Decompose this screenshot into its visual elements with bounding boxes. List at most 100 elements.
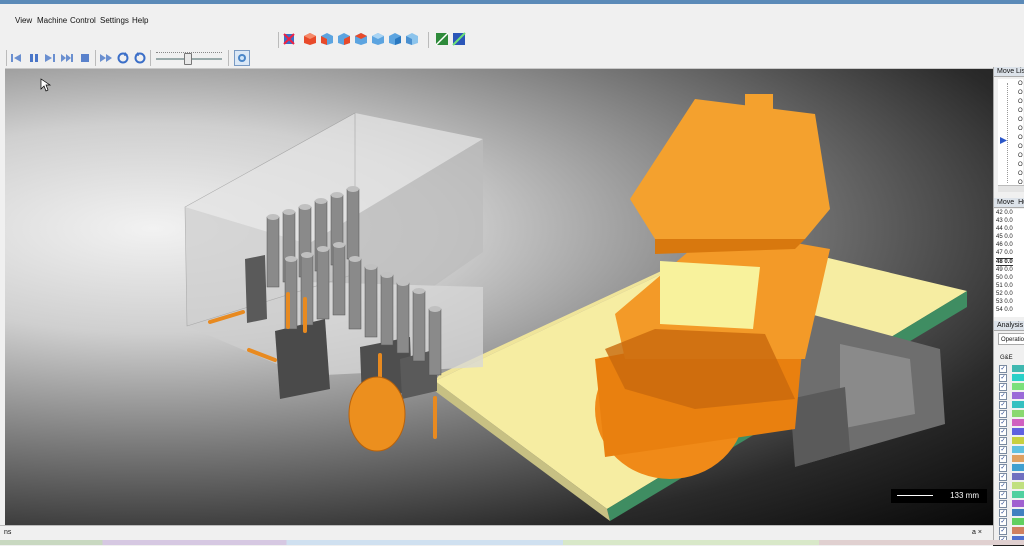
analysis-color-swatch[interactable] bbox=[1012, 428, 1024, 435]
analysis-color-swatch[interactable] bbox=[1012, 446, 1024, 453]
menu-view[interactable]: View bbox=[15, 16, 32, 25]
analysis-color-swatch[interactable] bbox=[1012, 383, 1024, 390]
analysis-checkbox[interactable]: ✓ bbox=[999, 482, 1007, 490]
move-list-tree[interactable]: O O O O O O O O O O O O bbox=[998, 79, 1023, 191]
analysis-row[interactable]: ✓ bbox=[999, 509, 1024, 517]
rotate-icon[interactable] bbox=[116, 51, 130, 65]
analysis-row[interactable]: ✓ bbox=[999, 392, 1024, 400]
analysis-row[interactable]: ✓ bbox=[999, 473, 1024, 481]
table-row[interactable]: 47 0.0 bbox=[996, 250, 1013, 256]
analysis-row[interactable]: ✓ bbox=[999, 437, 1024, 445]
skip-start-icon[interactable] bbox=[9, 51, 23, 65]
analysis-row[interactable]: ✓ bbox=[999, 482, 1024, 490]
analysis-checkbox[interactable]: ✓ bbox=[999, 527, 1007, 535]
menu-machine[interactable]: Machine bbox=[37, 16, 67, 25]
move-list-item[interactable]: O bbox=[1018, 171, 1023, 177]
analysis-color-swatch[interactable] bbox=[1012, 410, 1024, 417]
move-list-item[interactable]: O bbox=[1018, 153, 1023, 159]
refresh-icon[interactable] bbox=[133, 51, 147, 65]
table-row[interactable]: 50 0.0 bbox=[996, 275, 1013, 281]
analysis-color-swatch[interactable] bbox=[1012, 464, 1024, 471]
move-list-item[interactable]: O bbox=[1018, 108, 1023, 114]
analysis-color-swatch[interactable] bbox=[1012, 527, 1024, 534]
menu-help[interactable]: Help bbox=[132, 16, 148, 25]
analysis-checkbox[interactable]: ✓ bbox=[999, 518, 1007, 526]
skip-end-icon[interactable] bbox=[60, 51, 74, 65]
analysis-color-swatch[interactable] bbox=[1012, 437, 1024, 444]
move-list-item[interactable]: O bbox=[1018, 144, 1023, 150]
move-list-item[interactable]: O bbox=[1018, 126, 1023, 132]
menu-control[interactable]: Control bbox=[70, 16, 96, 25]
analysis-checkbox[interactable]: ✓ bbox=[999, 500, 1007, 508]
analysis-row[interactable]: ✓ bbox=[999, 383, 1024, 391]
wire-render-icon[interactable] bbox=[435, 32, 449, 46]
analysis-checkbox[interactable]: ✓ bbox=[999, 428, 1007, 436]
capture-icon[interactable] bbox=[234, 50, 250, 66]
analysis-row[interactable]: ✓ bbox=[999, 527, 1024, 535]
fit-view-icon[interactable] bbox=[282, 32, 296, 46]
cube-top-icon[interactable] bbox=[354, 32, 368, 46]
analysis-row[interactable]: ✓ bbox=[999, 365, 1024, 373]
analysis-color-swatch[interactable] bbox=[1012, 473, 1024, 480]
analysis-color-swatch[interactable] bbox=[1012, 482, 1024, 489]
analysis-checkbox[interactable]: ✓ bbox=[999, 383, 1007, 391]
table-row-selected[interactable]: 48 0.0 bbox=[996, 258, 1013, 266]
analysis-checkbox[interactable]: ✓ bbox=[999, 464, 1007, 472]
analysis-row[interactable]: ✓ bbox=[999, 500, 1024, 508]
table-row[interactable]: 52 0.0 bbox=[996, 291, 1013, 297]
speed-slider-thumb[interactable] bbox=[184, 53, 192, 65]
table-row[interactable]: 51 0.0 bbox=[996, 283, 1013, 289]
analysis-row[interactable]: ✓ bbox=[999, 428, 1024, 436]
move-list-item[interactable]: O bbox=[1018, 81, 1023, 87]
analysis-checkbox[interactable]: ✓ bbox=[999, 491, 1007, 499]
analysis-checkbox[interactable]: ✓ bbox=[999, 446, 1007, 454]
table-row[interactable]: 54 0.0 bbox=[996, 307, 1013, 313]
bottom-panel-controls[interactable]: a × bbox=[972, 529, 982, 536]
menu-settings[interactable]: Settings bbox=[100, 16, 129, 25]
analysis-row[interactable]: ✓ bbox=[999, 455, 1024, 463]
table-row[interactable]: 53 0.0 bbox=[996, 299, 1013, 305]
table-row[interactable]: 49 0.0 bbox=[996, 267, 1013, 273]
analysis-checkbox[interactable]: ✓ bbox=[999, 473, 1007, 481]
analysis-row[interactable]: ✓ bbox=[999, 518, 1024, 526]
analysis-checkbox[interactable]: ✓ bbox=[999, 401, 1007, 409]
analysis-checkbox[interactable]: ✓ bbox=[999, 365, 1007, 373]
3d-viewport[interactable]: 133 mm bbox=[5, 69, 993, 525]
table-row[interactable]: 44 0.0 bbox=[996, 226, 1013, 232]
analysis-checkbox[interactable]: ✓ bbox=[999, 410, 1007, 418]
stop-icon[interactable] bbox=[78, 51, 92, 65]
analysis-color-swatch[interactable] bbox=[1012, 518, 1024, 525]
analysis-row[interactable]: ✓ bbox=[999, 464, 1024, 472]
cube-back-icon[interactable] bbox=[388, 32, 402, 46]
analysis-checkbox[interactable]: ✓ bbox=[999, 392, 1007, 400]
analysis-color-swatch[interactable] bbox=[1012, 374, 1024, 381]
table-row[interactable]: 43 0.0 bbox=[996, 218, 1013, 224]
step-forward-icon[interactable] bbox=[43, 51, 57, 65]
move-list-item[interactable]: O bbox=[1018, 135, 1023, 141]
operation-select[interactable]: Operatio bbox=[998, 333, 1024, 345]
cube-bottom-icon[interactable] bbox=[405, 32, 419, 46]
analysis-row[interactable]: ✓ bbox=[999, 446, 1024, 454]
move-list-item[interactable]: O bbox=[1018, 162, 1023, 168]
analysis-row[interactable]: ✓ bbox=[999, 401, 1024, 409]
analysis-checkbox[interactable]: ✓ bbox=[999, 455, 1007, 463]
analysis-color-swatch[interactable] bbox=[1012, 365, 1024, 372]
table-row[interactable]: 45 0.0 bbox=[996, 234, 1013, 240]
analysis-color-swatch[interactable] bbox=[1012, 401, 1024, 408]
move-list-item[interactable]: O bbox=[1018, 117, 1023, 123]
analysis-color-swatch[interactable] bbox=[1012, 491, 1024, 498]
analysis-checkbox[interactable]: ✓ bbox=[999, 437, 1007, 445]
move-list-scrollbar[interactable] bbox=[998, 185, 1024, 192]
analysis-row[interactable]: ✓ bbox=[999, 491, 1024, 499]
move-list-item[interactable]: O bbox=[1018, 90, 1023, 96]
move-list-item[interactable]: O bbox=[1018, 99, 1023, 105]
cube-front-icon[interactable] bbox=[320, 32, 334, 46]
analysis-color-swatch[interactable] bbox=[1012, 500, 1024, 507]
analysis-row[interactable]: ✓ bbox=[999, 374, 1024, 382]
analysis-color-swatch[interactable] bbox=[1012, 509, 1024, 516]
table-row[interactable]: 46 0.0 bbox=[996, 242, 1013, 248]
analysis-color-swatch[interactable] bbox=[1012, 455, 1024, 462]
analysis-checkbox[interactable]: ✓ bbox=[999, 419, 1007, 427]
analysis-row[interactable]: ✓ bbox=[999, 410, 1024, 418]
move-table[interactable]: 42 0.0 43 0.0 44 0.0 45 0.0 46 0.0 47 0.… bbox=[994, 209, 1024, 317]
